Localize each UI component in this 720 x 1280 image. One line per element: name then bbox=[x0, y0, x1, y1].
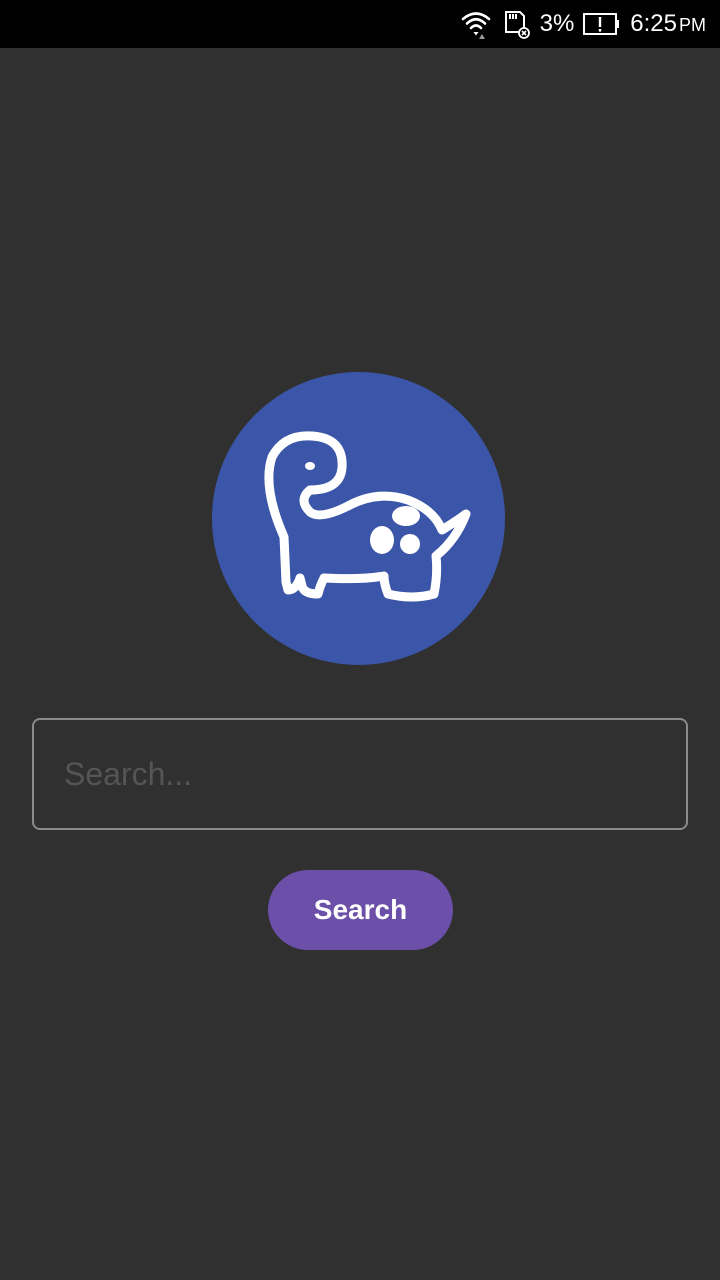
sd-card-icon bbox=[504, 11, 530, 39]
clock: 6:25 PM bbox=[630, 0, 706, 49]
dinosaur-eye bbox=[305, 462, 315, 470]
search-input[interactable] bbox=[64, 720, 654, 828]
status-bar: 3% 6:25 PM bbox=[0, 0, 720, 48]
main-content: Search bbox=[0, 48, 720, 1280]
status-bar-right: 3% 6:25 PM bbox=[460, 0, 706, 48]
battery-percent: 3% bbox=[539, 10, 575, 37]
battery-alert-icon bbox=[583, 13, 620, 35]
dinosaur-spot-large bbox=[370, 526, 394, 554]
app-logo bbox=[212, 372, 505, 665]
wifi-icon bbox=[461, 12, 490, 39]
search-box bbox=[32, 718, 688, 830]
clock-ampm: PM bbox=[679, 14, 706, 35]
search-button[interactable]: Search bbox=[268, 870, 453, 950]
clock-time: 6:25 bbox=[630, 9, 677, 37]
dinosaur-spot-top bbox=[392, 506, 420, 526]
dinosaur-spot-medium bbox=[400, 534, 420, 554]
